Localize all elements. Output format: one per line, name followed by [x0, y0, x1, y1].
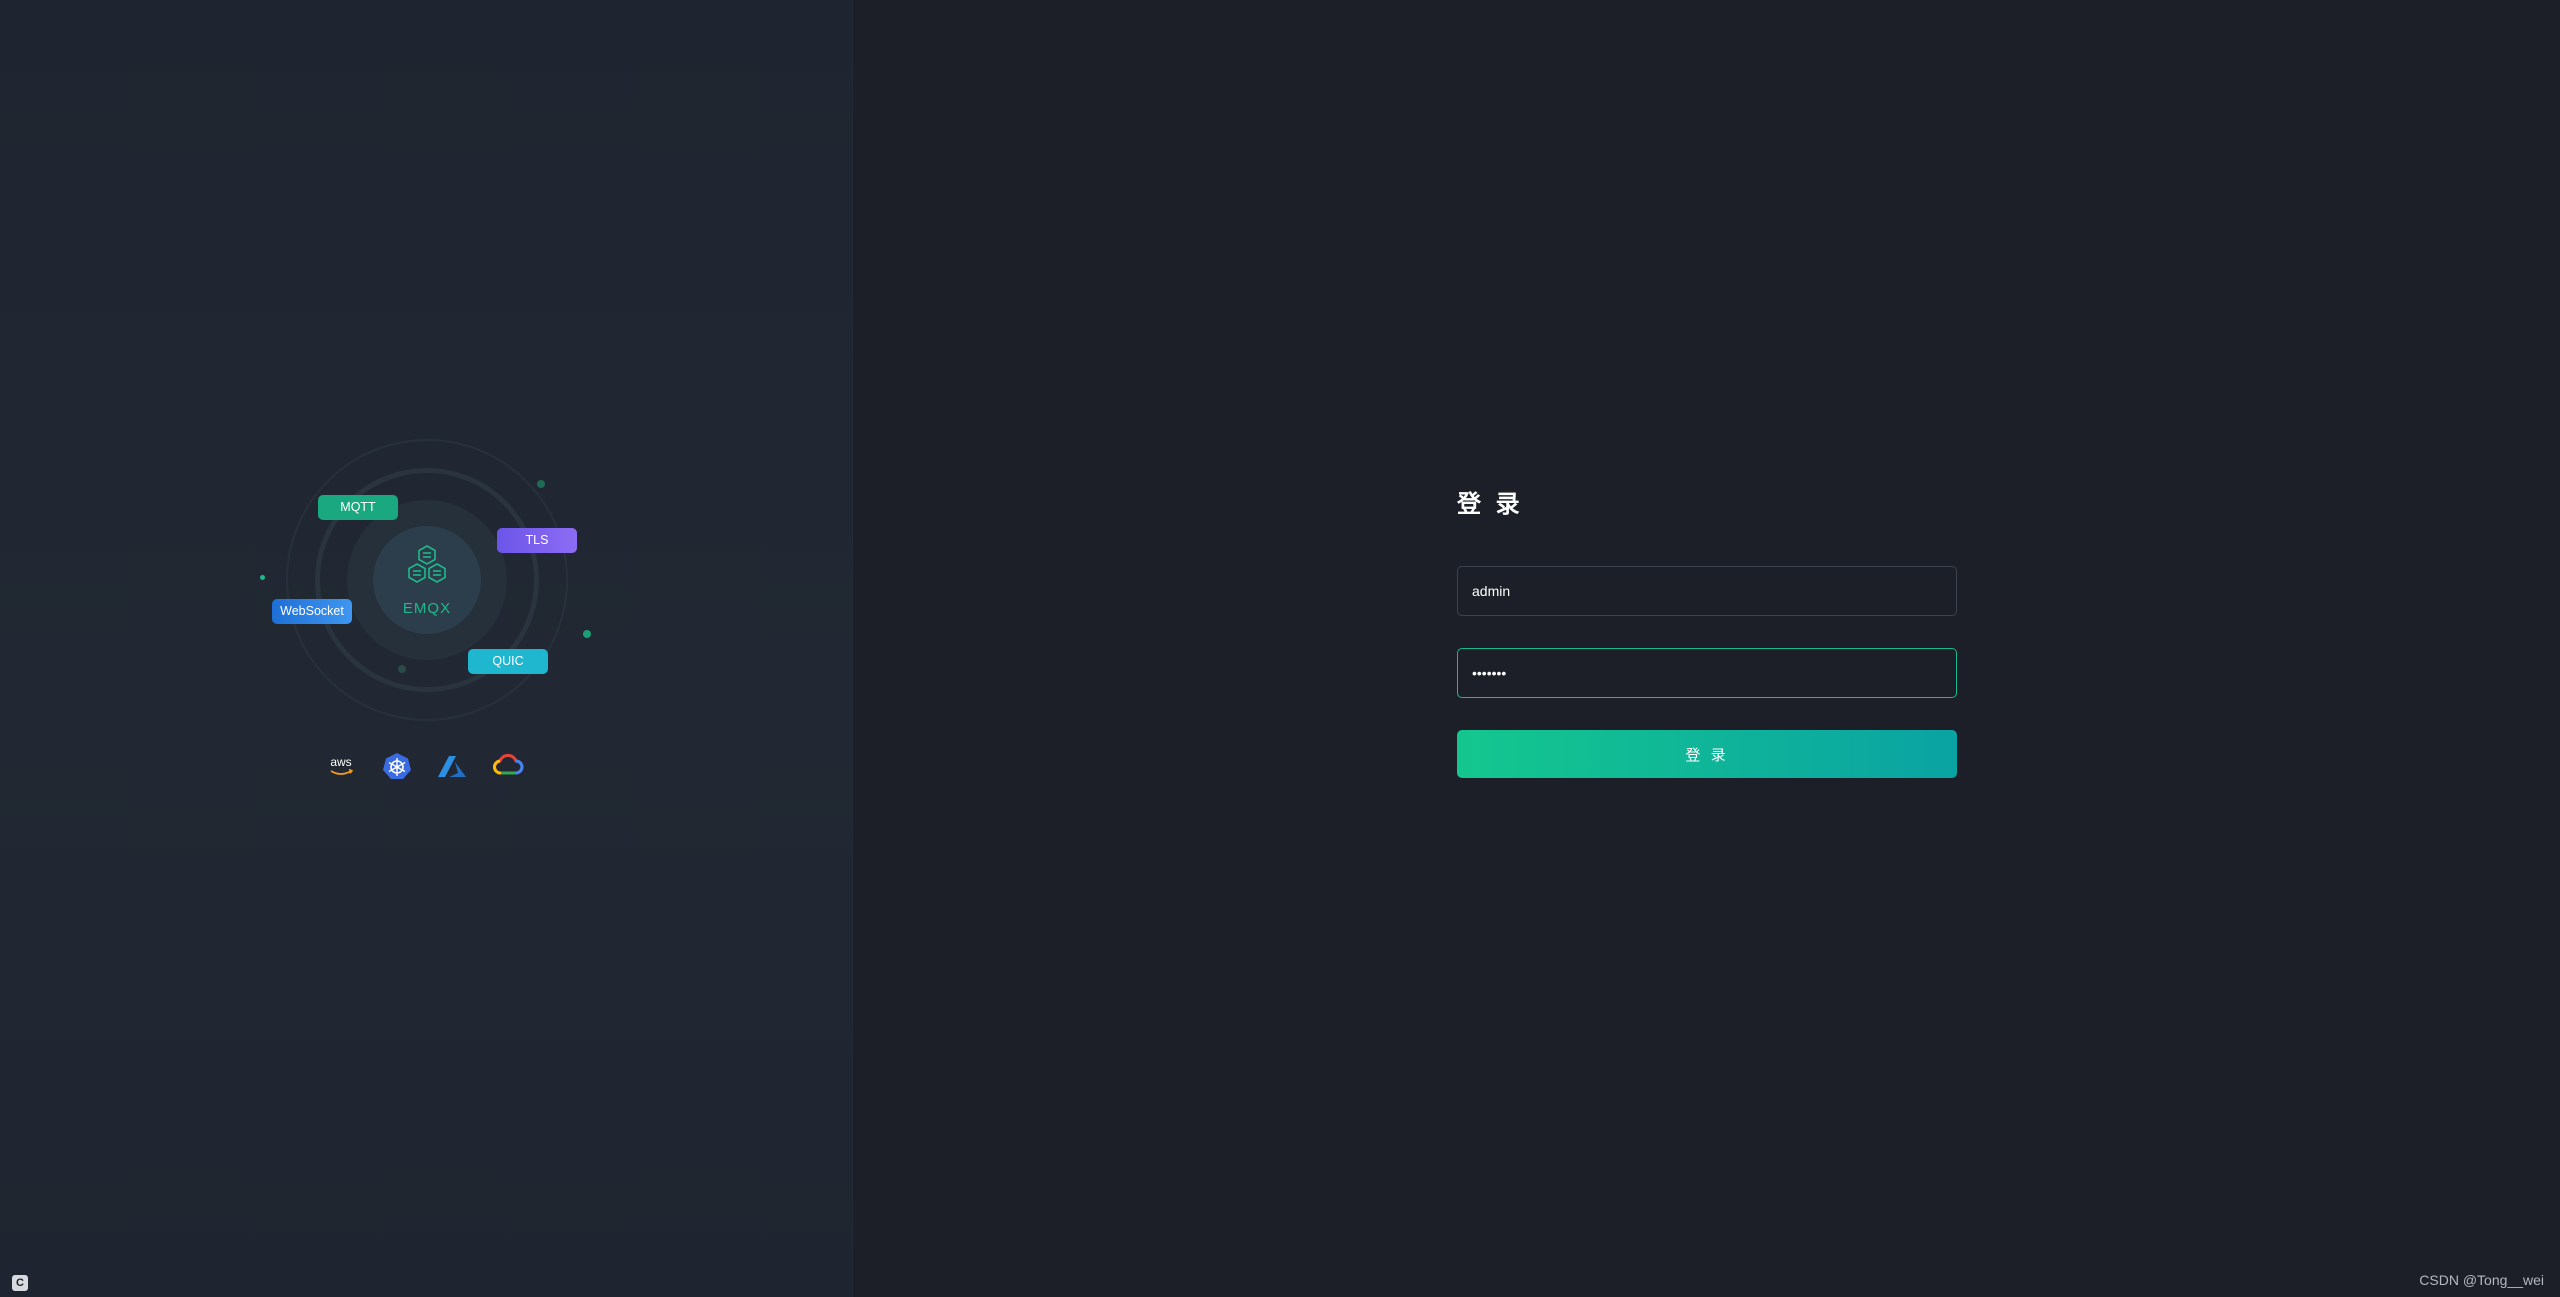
- google-cloud-icon: [493, 753, 524, 775]
- illustration-panel: EMQX MQTT TLS WebSocket QUIC aws: [0, 0, 853, 1297]
- login-page: EMQX MQTT TLS WebSocket QUIC aws 登 录 adm…: [0, 0, 2560, 1297]
- mqtt-tag: MQTT: [318, 495, 398, 520]
- orbit-dot: [260, 575, 265, 580]
- username-input[interactable]: [1457, 566, 1957, 616]
- orbit-dot: [537, 480, 545, 488]
- orbit-dot: [583, 630, 591, 638]
- csdn-watermark: CSDN @Tong__wei: [2419, 1272, 2544, 1288]
- aws-icon: aws: [330, 755, 354, 775]
- quic-tag: QUIC: [468, 649, 548, 674]
- login-form: 登 录 登 录: [1457, 490, 1957, 778]
- corner-app-badge[interactable]: C: [12, 1275, 28, 1291]
- websocket-tag: WebSocket: [272, 599, 352, 624]
- orbit-dot: [398, 665, 406, 673]
- emqx-label: EMQX: [402, 600, 452, 617]
- tls-tag: TLS: [497, 528, 577, 553]
- hexagon-cluster-icon: [408, 545, 446, 583]
- cloud-provider-icons: aws: [325, 752, 525, 782]
- kubernetes-icon: [383, 753, 411, 779]
- azure-icon: [438, 756, 466, 777]
- page-title: 登 录: [1457, 491, 1524, 518]
- protocol-illustration: EMQX MQTT TLS WebSocket QUIC: [250, 430, 610, 730]
- password-input[interactable]: [1457, 648, 1957, 698]
- login-button[interactable]: 登 录: [1457, 730, 1957, 778]
- aws-icon-text: aws: [330, 755, 351, 769]
